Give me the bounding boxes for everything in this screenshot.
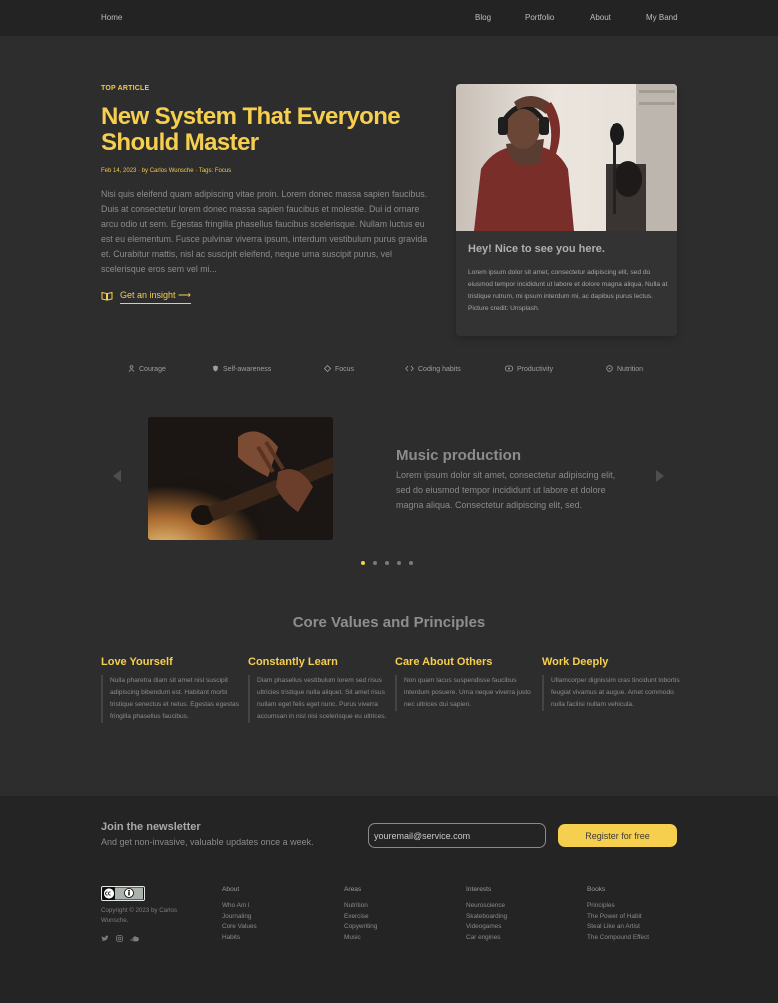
value-text: Non quam lacus suspendisse faucibus inte… — [395, 675, 535, 711]
footer-column-areas: Areas Nutrition Exercise Copywriting Mus… — [344, 886, 454, 945]
welcome-card: Hey! Nice to see you here. Lorem ipsum d… — [456, 84, 677, 336]
hero-title[interactable]: New System That Everyone Should Master — [101, 104, 431, 156]
register-button[interactable]: Register for free — [558, 824, 677, 847]
nav-home-link[interactable]: Home — [101, 13, 122, 22]
twitter-icon[interactable] — [101, 929, 109, 947]
footer-link[interactable]: Principles — [587, 901, 697, 912]
tag-nutrition[interactable]: Nutrition — [606, 365, 643, 374]
newsletter-subtitle: And get non-invasive, valuable updates o… — [101, 837, 314, 847]
footer-link[interactable]: Steal Like an Artist — [587, 922, 697, 933]
footer-column-title: Books — [587, 886, 606, 893]
apple-icon — [606, 365, 613, 374]
slider-dot[interactable] — [361, 561, 365, 565]
value-love-yourself: Love Yourself Nulla pharetra diam sit am… — [101, 656, 241, 723]
top-nav: Home Blog Portfolio About My Band — [0, 0, 778, 36]
tag-coding-habits[interactable]: Coding habits — [405, 365, 461, 374]
slide-title: Music production — [396, 447, 521, 464]
slider-dot[interactable] — [373, 561, 377, 565]
slide-photo-guitar — [148, 417, 333, 540]
footer-link[interactable]: Skateboarding — [466, 912, 576, 923]
card-title: Hey! Nice to see you here. — [468, 243, 605, 255]
footer-link[interactable]: Videogames — [466, 922, 576, 933]
shield-icon — [212, 365, 219, 374]
card-text-body: Lorem ipsum dolor sit amet, consectetur … — [468, 269, 668, 300]
footer-link[interactable]: Exercise — [344, 912, 454, 923]
nav-about-link[interactable]: About — [590, 13, 611, 22]
slide-text: Lorem ipsum dolor sit amet, consectetur … — [396, 470, 616, 510]
footer-link[interactable]: The Compound Effect — [587, 933, 697, 944]
diamond-icon — [323, 364, 332, 374]
value-constantly-learn: Constantly Learn Diam phasellus vestibul… — [248, 656, 388, 723]
newsletter-title: Join the newsletter — [101, 821, 201, 833]
nav-blog-link[interactable]: Blog — [475, 13, 491, 22]
tag-courage[interactable]: Courage — [128, 365, 166, 374]
slider-dot[interactable] — [385, 561, 389, 565]
slider-dots — [361, 561, 413, 565]
card-credit: Picture credit: Unsplash. — [468, 305, 540, 312]
value-title: Constantly Learn — [248, 656, 338, 668]
footer-column-interests: Interests Neuroscience Skateboarding Vid… — [466, 886, 576, 945]
footer-link[interactable]: Neuroscience — [466, 901, 576, 912]
tag-label: Focus — [335, 366, 355, 373]
footer-column-about: About Who Am I Journaling Core Values Ha… — [222, 886, 332, 945]
footer-link[interactable]: Copywriting — [344, 922, 454, 933]
nav-portfolio-link[interactable]: Portfolio — [525, 13, 554, 22]
footer-link[interactable]: Music — [344, 933, 454, 944]
core-values-title: Core Values and Principles — [292, 614, 486, 631]
value-work-deeply: Work Deeply Ullamcorper dignissim cras t… — [542, 656, 682, 711]
footer-link[interactable]: Core Values — [222, 922, 332, 933]
creative-commons-badge[interactable] — [101, 886, 145, 901]
value-text: Ullamcorper dignissim cras tincidunt lob… — [542, 675, 682, 711]
person-icon — [128, 365, 135, 374]
hero-cta-label[interactable]: Get an insight ⟶ — [120, 290, 191, 304]
slider-dot[interactable] — [409, 561, 413, 565]
nav-my-band-link[interactable]: My Band — [646, 13, 678, 22]
footer-link[interactable]: The Power of Habit — [587, 912, 697, 923]
tag-productivity[interactable]: Productivity — [505, 365, 553, 374]
footer-column-title: Areas — [344, 886, 362, 893]
book-icon — [101, 288, 113, 306]
copyright: Copyright © 2023 by Carlos Wunsche. — [101, 907, 178, 924]
footer-column-books: Books Principles The Power of Habit Stea… — [587, 886, 697, 945]
footer-link[interactable]: Who Am I — [222, 901, 332, 912]
card-text: Lorem ipsum dolor sit amet, consectetur … — [468, 267, 668, 315]
value-text: Diam phasellus vestibulum lorem sed risu… — [248, 675, 388, 723]
clock-icon — [505, 365, 513, 374]
value-care-about-others: Care About Others Non quam lacus suspend… — [395, 656, 535, 711]
footer-link[interactable]: Nutrition — [344, 901, 454, 912]
soundcloud-icon[interactable] — [130, 929, 139, 947]
slider-prev-arrow[interactable] — [113, 470, 121, 482]
slider-dot[interactable] — [397, 561, 401, 565]
tag-label: Productivity — [517, 366, 554, 373]
footer-column-title: Interests — [466, 886, 492, 893]
code-icon — [405, 365, 414, 374]
slider-next-arrow[interactable] — [656, 470, 664, 482]
tag-self-awareness[interactable]: Self-awareness — [212, 365, 271, 374]
tag-label: Self-awareness — [223, 366, 272, 373]
tag-label: Coding habits — [418, 366, 461, 373]
card-photo-man-with-headphones — [456, 84, 677, 231]
value-title: Work Deeply — [542, 656, 609, 668]
footer-link[interactable]: Habits — [222, 933, 332, 944]
hero-eyebrow: TOP ARTICLE — [101, 85, 150, 92]
tag-list: Courage Self-awareness Focus Coding habi… — [0, 364, 778, 377]
value-title: Care About Others — [395, 656, 493, 668]
tag-focus[interactable]: Focus — [323, 364, 355, 374]
value-text: Nulla pharetra diam sit amet nisl suscip… — [101, 675, 241, 723]
instagram-icon[interactable] — [116, 929, 123, 947]
footer-link[interactable]: Car engines — [466, 933, 576, 944]
tag-label: Courage — [139, 366, 166, 373]
hero-body: Nisi quis eleifend quam adipiscing vitae… — [101, 189, 428, 275]
hero-meta: Feb 14, 2023 · by Carlos Wunsche · Tags:… — [101, 168, 232, 174]
newsletter-email-input[interactable] — [368, 823, 546, 848]
social-links — [101, 929, 139, 947]
tag-label: Nutrition — [617, 366, 644, 373]
footer-column-title: About — [222, 886, 240, 893]
value-title: Love Yourself — [101, 656, 173, 668]
hero-cta[interactable]: Get an insight ⟶ — [101, 288, 191, 306]
footer-link[interactable]: Journaling — [222, 912, 332, 923]
